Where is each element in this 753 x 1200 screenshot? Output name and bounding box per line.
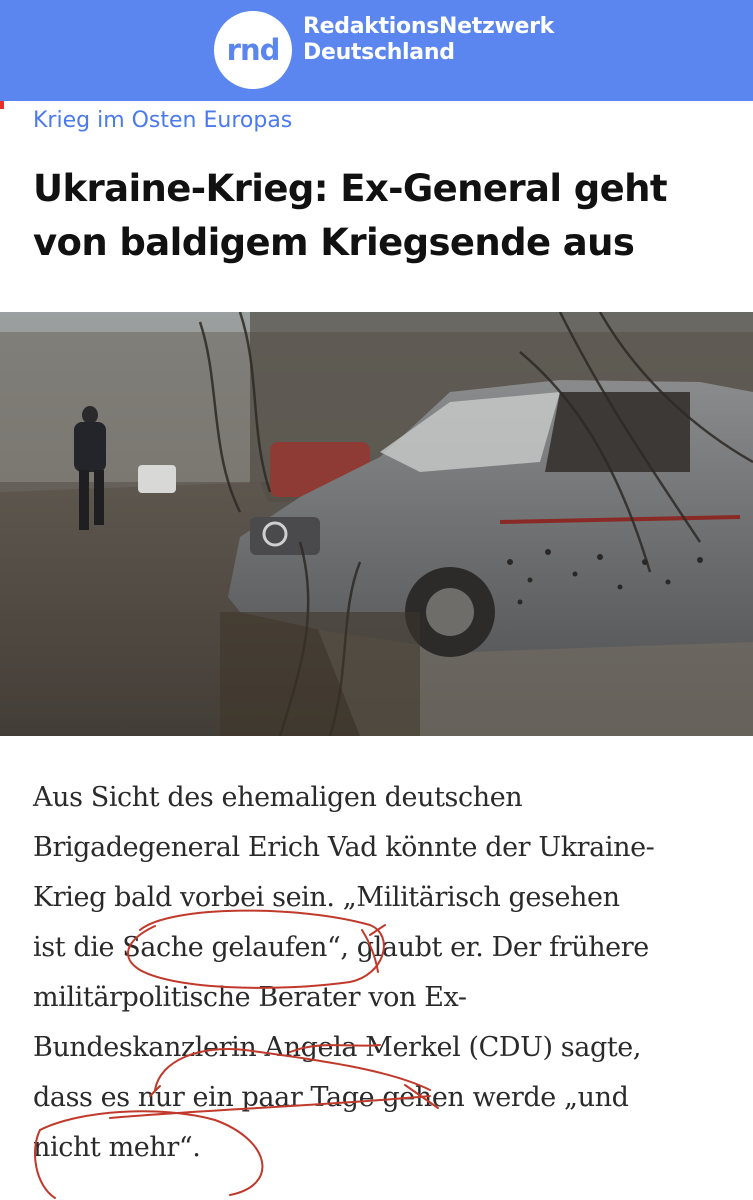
- body-line: Brigadegeneral Erich Vad könnte der Ukra…: [33, 832, 655, 863]
- body-line: Krieg bald vorbei sein. „Militärisch ges…: [33, 882, 620, 913]
- brand-line-1: RedaktionsNetzwerk: [303, 14, 554, 39]
- article-headline: Ukraine-Krieg: Ex-General geht von baldi…: [33, 162, 733, 270]
- site-header: rnd RedaktionsNetzwerk Deutschland: [0, 0, 753, 101]
- logo-text: rnd: [226, 33, 281, 67]
- body-line: Aus Sicht des ehemaligen deutschen: [33, 782, 523, 813]
- body-line: nicht mehr“.: [33, 1132, 201, 1163]
- headline-line-2: von baldigem Kriegsende aus: [33, 221, 635, 264]
- accent-mark: [0, 101, 4, 109]
- article-photo: [0, 312, 753, 736]
- body-line: militärpolitische Berater von Ex-: [33, 982, 467, 1013]
- article-body: Aus Sicht des ehemaligen deutschen Briga…: [33, 773, 733, 1173]
- rnd-logo[interactable]: rnd: [214, 11, 292, 89]
- body-line: ist die Sache gelaufen“, glaubt er. Der …: [33, 932, 649, 963]
- damaged-car-photo: [0, 312, 753, 736]
- brand-name[interactable]: RedaktionsNetzwerk Deutschland: [303, 14, 554, 66]
- body-line: Bundeskanzlerin Angela Merkel (CDU) sagt…: [33, 1032, 642, 1063]
- headline-line-1: Ukraine-Krieg: Ex-General geht: [33, 167, 668, 210]
- brand-line-2: Deutschland: [303, 40, 455, 65]
- article-kicker[interactable]: Krieg im Osten Europas: [33, 108, 292, 133]
- body-line: dass es nur ein paar Tage gehen werde „u…: [33, 1082, 629, 1113]
